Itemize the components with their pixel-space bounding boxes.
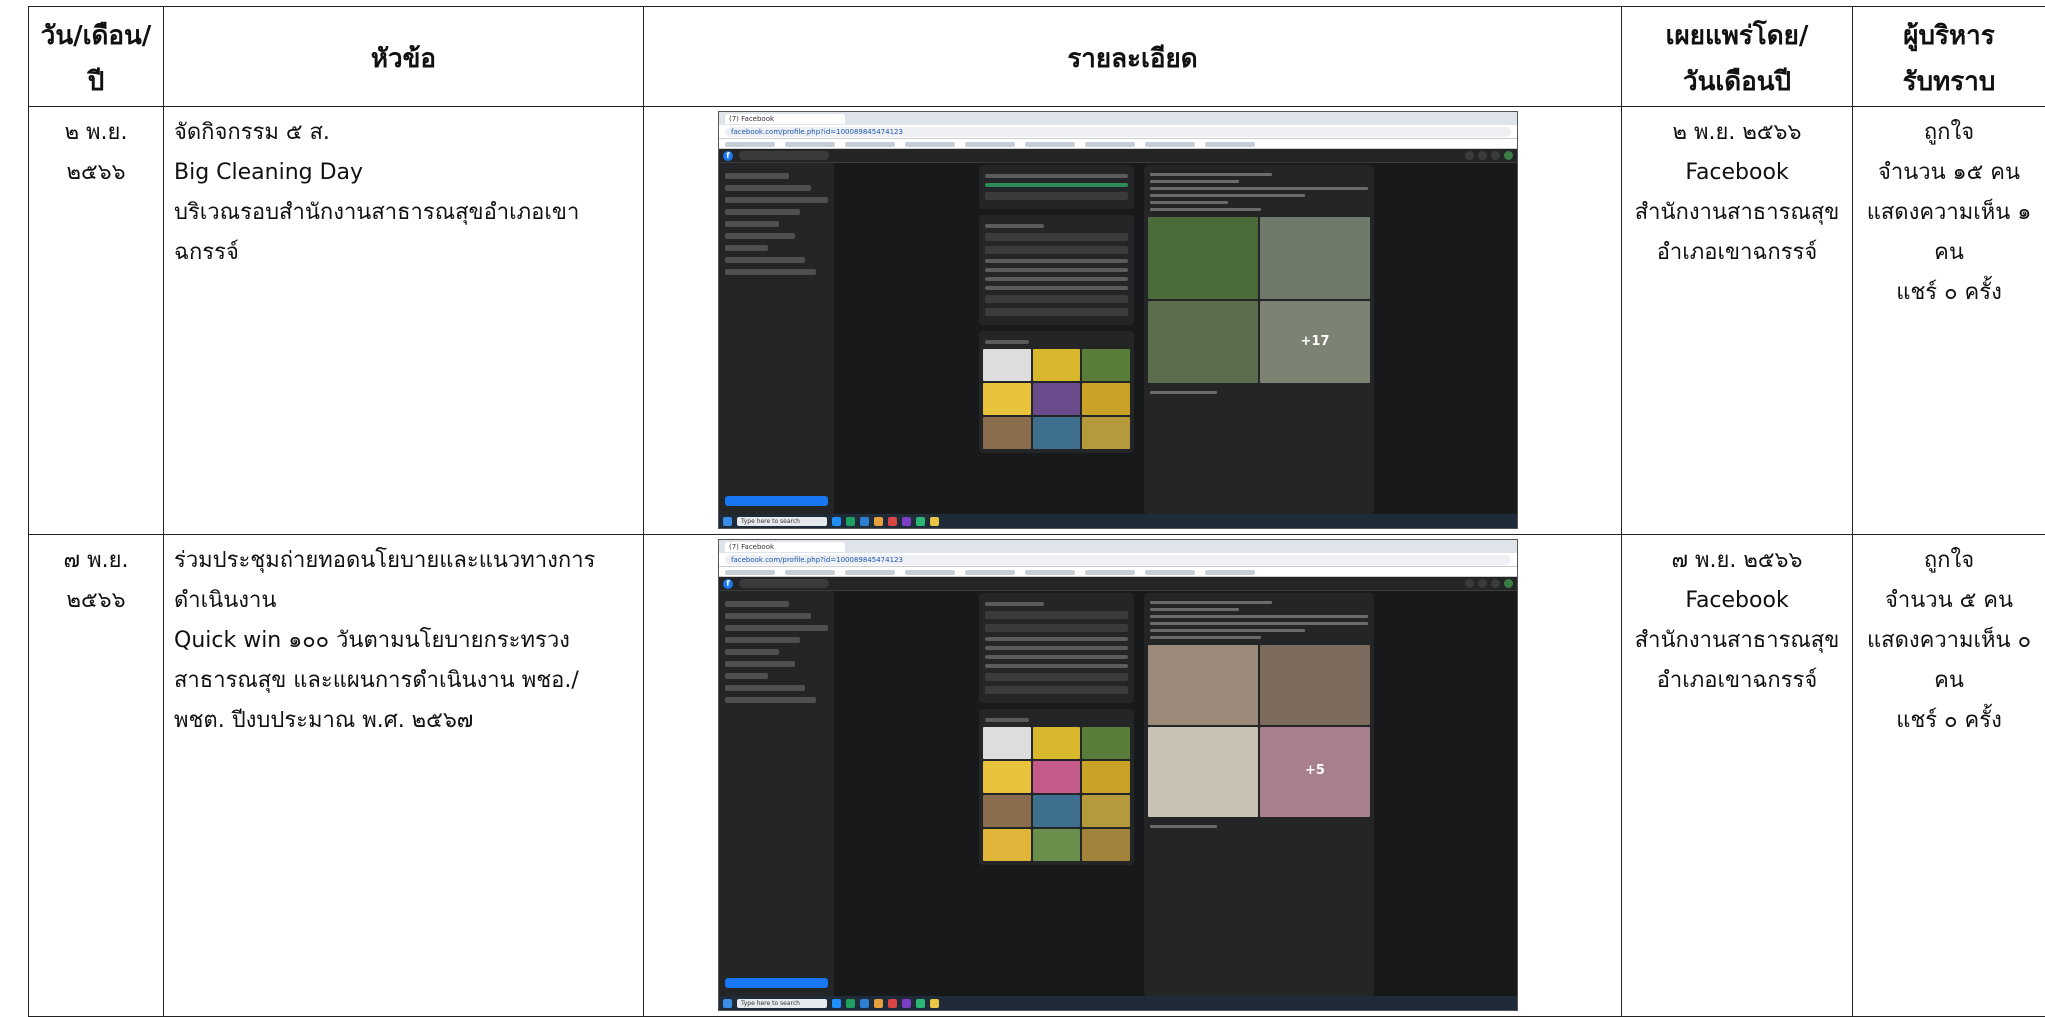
taskbar-search: Type here to search [737, 999, 827, 1008]
detail-cell: (7) Facebook facebook.com/profile.php?id… [644, 535, 1622, 1017]
date-cell: ๒ พ.ย. ๒๕๖๖ [29, 107, 164, 535]
post-photo-grid: +5 [1148, 645, 1370, 817]
url-text: facebook.com/profile.php?id=100089845474… [725, 555, 1511, 565]
report-table: วัน/เดือน/ ปี หัวข้อ รายละเอียด เผยแพร่โ… [28, 6, 2045, 1017]
facebook-intro-column [979, 593, 1134, 996]
browser-tab: (7) Facebook [725, 542, 845, 552]
avatar [1504, 151, 1513, 160]
facebook-logo-icon: f [723, 151, 733, 161]
bookmarks-bar [719, 139, 1517, 149]
promote-button [725, 496, 828, 506]
browser-tab-bar: (7) Facebook [719, 540, 1517, 553]
messenger-icon [1478, 579, 1487, 588]
facebook-search [739, 151, 829, 160]
address-bar: facebook.com/profile.php?id=100089845474… [719, 125, 1517, 139]
header-detail: รายละเอียด [644, 7, 1622, 107]
promote-button [725, 978, 828, 988]
header-date: วัน/เดือน/ ปี [29, 7, 164, 107]
acknowledged-cell: ถูกใจ จำนวน ๕ คน แสดงความเห็น ๐ คน แชร์ … [1853, 535, 2045, 1017]
windows-taskbar: Type here to search [719, 996, 1517, 1010]
facebook-screenshot: (7) Facebook facebook.com/profile.php?id… [718, 111, 1518, 529]
menu-icon [1465, 579, 1474, 588]
messenger-icon [1478, 151, 1487, 160]
bell-icon [1491, 579, 1500, 588]
facebook-topbar: f [719, 149, 1517, 163]
bookmarks-bar [719, 567, 1517, 577]
published-cell: ๗ พ.ย. ๒๕๖๖ Facebook สำนักงานสาธารณสุข อ… [1622, 535, 1853, 1017]
windows-start-icon [723, 999, 732, 1008]
facebook-intro-column [979, 165, 1134, 514]
table-row: ๗ พ.ย. ๒๕๖๖ ร่วมประชุมถ่ายทอดนโยบายและแน… [29, 535, 2045, 1017]
taskbar-search: Type here to search [737, 517, 827, 526]
browser-tab: (7) Facebook [725, 114, 845, 124]
published-cell: ๒ พ.ย. ๒๕๖๖ Facebook สำนักงานสาธารณสุข อ… [1622, 107, 1853, 535]
bell-icon [1491, 151, 1500, 160]
avatar [1504, 579, 1513, 588]
facebook-post: +17 [1144, 165, 1374, 514]
facebook-topbar: f [719, 577, 1517, 591]
facebook-left-panel [719, 591, 834, 996]
header-row: วัน/เดือน/ ปี หัวข้อ รายละเอียด เผยแพร่โ… [29, 7, 2045, 107]
windows-taskbar: Type here to search [719, 514, 1517, 528]
date-cell: ๗ พ.ย. ๒๕๖๖ [29, 535, 164, 1017]
post-photo-grid: +17 [1148, 217, 1370, 383]
address-bar: facebook.com/profile.php?id=100089845474… [719, 553, 1517, 567]
topic-cell: จัดกิจกรรม ๕ ส. Big Cleaning Day บริเวณร… [164, 107, 644, 535]
facebook-left-panel [719, 163, 834, 514]
table-row: ๒ พ.ย. ๒๕๖๖ จัดกิจกรรม ๕ ส. Big Cleaning… [29, 107, 2045, 535]
acknowledged-cell: ถูกใจ จำนวน ๑๕ คน แสดงความเห็น ๑ คน แชร์… [1853, 107, 2045, 535]
browser-tab-bar: (7) Facebook [719, 112, 1517, 125]
facebook-post: +5 [1144, 593, 1374, 996]
more-photos-count: +17 [1260, 334, 1370, 349]
header-acknowledged: ผู้บริหาร รับทราบ [1853, 7, 2045, 107]
facebook-search [739, 579, 829, 588]
header-published: เผยแพร่โดย/ วันเดือนปี [1622, 7, 1853, 107]
detail-cell: (7) Facebook facebook.com/profile.php?id… [644, 107, 1622, 535]
url-text: facebook.com/profile.php?id=100089845474… [725, 127, 1511, 137]
header-topic: หัวข้อ [164, 7, 644, 107]
facebook-screenshot: (7) Facebook facebook.com/profile.php?id… [718, 539, 1518, 1011]
more-photos-count: +5 [1260, 763, 1370, 778]
topic-cell: ร่วมประชุมถ่ายทอดนโยบายและแนวทางการ ดำเน… [164, 535, 644, 1017]
windows-start-icon [723, 517, 732, 526]
facebook-logo-icon: f [723, 579, 733, 589]
menu-icon [1465, 151, 1474, 160]
